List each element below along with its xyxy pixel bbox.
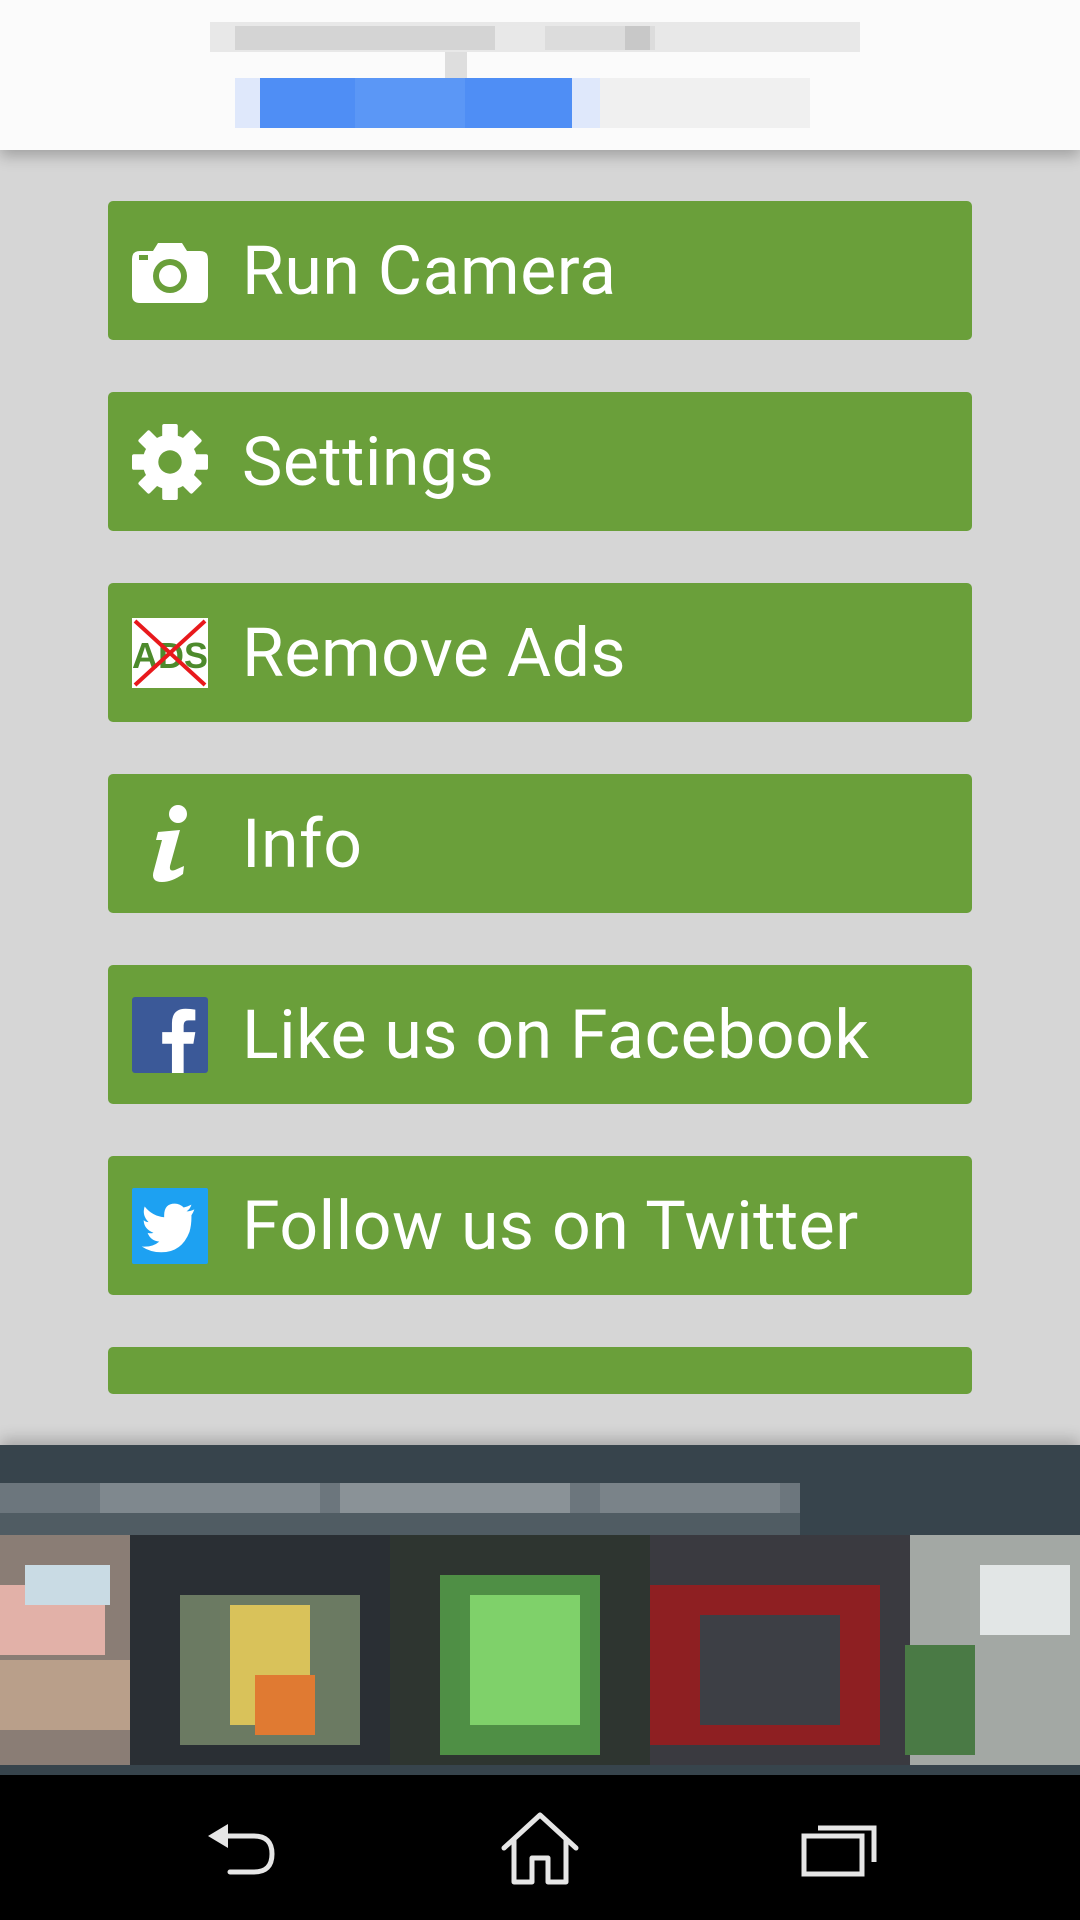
info-icon xyxy=(132,805,208,882)
ad-blur-text xyxy=(340,1483,570,1513)
recent-apps-icon xyxy=(800,1818,880,1882)
banner-blur-text xyxy=(445,52,467,78)
home-button[interactable] xyxy=(480,1805,600,1895)
banner-blur-text xyxy=(235,26,495,50)
info-label: Info xyxy=(242,803,363,884)
ad-thumbnail xyxy=(25,1565,110,1605)
home-icon xyxy=(498,1810,582,1890)
settings-label: Settings xyxy=(242,421,495,502)
facebook-label: Like us on Facebook xyxy=(242,994,870,1075)
banner-blur-text xyxy=(625,26,650,50)
twitter-button[interactable]: Follow us on Twitter xyxy=(108,1156,972,1295)
camera-icon xyxy=(132,233,208,309)
ad-blur-text xyxy=(100,1483,320,1513)
banner-blur-text xyxy=(600,78,810,128)
twitter-label: Follow us on Twitter xyxy=(242,1185,859,1266)
run-camera-label: Run Camera xyxy=(242,230,617,311)
bottom-ad-banner[interactable] xyxy=(0,1445,1080,1775)
ad-thumbnail xyxy=(700,1615,840,1725)
app-screen: Run Camera Settings Remove Ads Info Like… xyxy=(0,0,1080,1920)
ad-thumbnail xyxy=(0,1660,130,1730)
back-button[interactable] xyxy=(180,1805,300,1895)
ad-blur-text xyxy=(0,1513,800,1535)
facebook-icon xyxy=(132,997,208,1073)
recent-apps-button[interactable] xyxy=(780,1805,900,1895)
main-menu: Run Camera Settings Remove Ads Info Like… xyxy=(108,201,972,1347)
ad-thumbnail xyxy=(905,1645,975,1755)
navigation-bar xyxy=(0,1775,1080,1920)
ad-blur-text xyxy=(600,1483,780,1513)
gear-icon xyxy=(132,424,208,500)
run-camera-button[interactable]: Run Camera xyxy=(108,201,972,340)
info-button[interactable]: Info xyxy=(108,774,972,913)
top-ad-banner[interactable] xyxy=(0,0,1080,150)
back-icon xyxy=(200,1818,280,1882)
settings-button[interactable]: Settings xyxy=(108,392,972,531)
twitter-icon xyxy=(132,1188,208,1264)
ad-thumbnail xyxy=(980,1565,1070,1635)
remove-ads-button[interactable]: ADS Remove Ads xyxy=(108,583,972,722)
ad-thumbnail xyxy=(255,1675,315,1735)
partially-visible-button[interactable] xyxy=(108,1347,972,1394)
facebook-button[interactable]: Like us on Facebook xyxy=(108,965,972,1104)
no-ads-icon: ADS xyxy=(132,615,208,691)
banner-blur-link xyxy=(355,78,465,128)
remove-ads-label: Remove Ads xyxy=(242,612,627,693)
ad-thumbnail xyxy=(470,1595,580,1725)
